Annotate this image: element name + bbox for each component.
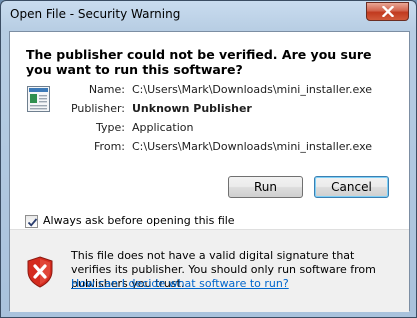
property-row-name: Name: C:\Users\Mark\Downloads\mini_insta…: [10, 83, 410, 99]
from-label: From:: [94, 140, 125, 153]
main-panel: The publisher could not be verified. Are…: [10, 32, 409, 229]
publisher-value: Unknown Publisher: [132, 102, 252, 115]
type-value: Application: [132, 121, 194, 134]
type-label: Type:: [96, 121, 125, 134]
close-button[interactable]: [366, 2, 409, 21]
title-bar[interactable]: Open File - Security Warning: [1, 1, 416, 28]
from-value: C:\Users\Mark\Downloads\mini_installer.e…: [132, 140, 373, 153]
close-icon: [381, 6, 394, 17]
property-row-type: Type: Application: [10, 121, 410, 137]
name-value: C:\Users\Mark\Downloads\mini_installer.e…: [132, 83, 373, 96]
property-row-from: From: C:\Users\Mark\Downloads\mini_insta…: [10, 140, 410, 156]
window-title: Open File - Security Warning: [10, 7, 181, 21]
error-shield-icon: [27, 256, 53, 288]
publisher-label: Publisher:: [70, 102, 125, 115]
property-row-publisher: Publisher: Unknown Publisher: [10, 102, 410, 118]
always-ask-label[interactable]: Always ask before opening this file: [43, 214, 235, 227]
help-link[interactable]: How can I decide what software to run?: [71, 277, 289, 290]
cancel-button[interactable]: Cancel: [314, 176, 389, 198]
warning-panel: This file does not have a valid digital …: [10, 229, 409, 312]
always-ask-checkbox[interactable]: [25, 215, 38, 228]
security-warning-window: Open File - Security Warning The publish…: [0, 0, 417, 318]
dialog-heading: The publisher could not be verified. Are…: [26, 47, 372, 77]
name-label: Name:: [88, 83, 125, 96]
run-button[interactable]: Run: [228, 176, 303, 198]
dialog-body: The publisher could not be verified. Are…: [9, 31, 410, 312]
checkmark-icon: [27, 218, 38, 227]
